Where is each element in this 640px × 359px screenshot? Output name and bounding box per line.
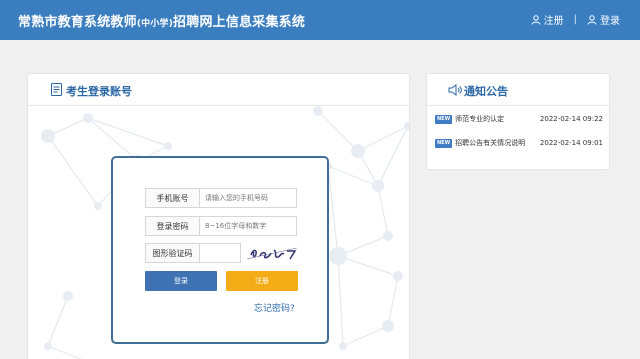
notice-panel-title: 通知公告 bbox=[464, 85, 508, 98]
speaker-icon bbox=[448, 84, 462, 96]
password-input[interactable] bbox=[199, 216, 297, 236]
phone-field-row: 手机账号 bbox=[145, 188, 297, 208]
notice-title-text: 招聘公告有关情况说明 bbox=[455, 139, 526, 147]
header-register-link[interactable]: 注册 bbox=[531, 12, 564, 27]
header-register-label: 注册 bbox=[543, 16, 564, 27]
notice-date: 2022-02-14 09:22 bbox=[539, 115, 603, 123]
notice-panel: 通知公告 NEW 师范专业的认定 2022-02-14 09:22 NEW 招聘… bbox=[426, 73, 610, 170]
new-badge: NEW bbox=[435, 114, 453, 124]
notice-title-text: 师范专业的认定 bbox=[455, 115, 505, 123]
captcha-label: 图形验证码 bbox=[145, 243, 199, 263]
notice-date: 2022-02-14 09:01 bbox=[539, 139, 603, 147]
site-title: 常熟市教育系统教师(中小学)招聘网上信息采集系统 bbox=[18, 11, 305, 30]
captcha-input[interactable] bbox=[199, 243, 241, 263]
notice-item[interactable]: NEW 招聘公告有关情况说明 2022-02-14 09:01 bbox=[435, 137, 603, 149]
forgot-password-link[interactable]: 忘记密码? bbox=[254, 301, 295, 314]
login-panel-title: 考生登录账号 bbox=[66, 85, 132, 98]
header-login-label: 登录 bbox=[600, 16, 620, 27]
document-icon bbox=[51, 83, 62, 96]
site-title-end: 招聘网上信息采集系统 bbox=[173, 15, 306, 30]
nav-separator: | bbox=[573, 14, 577, 25]
top-header: 常熟市教育系统教师(中小学)招聘网上信息采集系统 注册 | 登录 bbox=[0, 0, 640, 40]
login-panel: 考生登录账号 手机账号 登录密码 图形验证码 bbox=[27, 73, 410, 359]
site-title-main: 常熟市教育系统教师 bbox=[18, 15, 137, 30]
login-form: 手机账号 登录密码 图形验证码 登录 注册 忘记密码? bbox=[111, 156, 329, 344]
password-label: 登录密码 bbox=[145, 216, 199, 236]
login-panel-header: 考生登录账号 bbox=[28, 74, 409, 106]
phone-label: 手机账号 bbox=[145, 188, 199, 208]
new-badge: NEW bbox=[435, 138, 453, 148]
user-icon bbox=[531, 14, 541, 25]
site-title-sub: (中小学) bbox=[136, 19, 174, 29]
register-button[interactable]: 注册 bbox=[226, 271, 298, 291]
password-field-row: 登录密码 bbox=[145, 216, 297, 236]
login-button[interactable]: 登录 bbox=[145, 271, 217, 291]
notice-item[interactable]: NEW 师范专业的认定 2022-02-14 09:22 bbox=[435, 113, 603, 125]
notice-panel-header: 通知公告 bbox=[427, 74, 609, 106]
captcha-image[interactable] bbox=[243, 243, 299, 263]
header-login-link[interactable]: 登录 bbox=[587, 12, 620, 27]
user-icon bbox=[587, 14, 597, 25]
captcha-field-row: 图形验证码 bbox=[145, 243, 299, 263]
header-nav: 注册 | 登录 bbox=[531, 12, 620, 27]
phone-input[interactable] bbox=[199, 188, 297, 208]
